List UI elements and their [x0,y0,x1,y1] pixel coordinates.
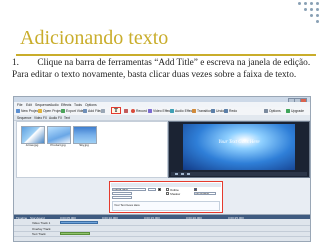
timeline-ruler: Timeline Storyboard 0:00:05.000 0:00:10.… [14,215,310,220]
ruler-time: 0:00:25.000 [228,215,244,220]
upgrade-button[interactable]: Upgrade [286,108,304,114]
export-video-button[interactable]: Export Video [61,108,85,114]
video-effect-icon [148,109,152,113]
record-button[interactable]: Record [131,108,147,114]
caption-text: Clique na barra de ferramentas “Add Titl… [12,58,311,80]
timeline-panel: Timeline Storyboard 0:00:05.000 0:00:10.… [14,214,310,241]
split-icon [124,109,128,113]
slide-title: Adicionando texto [20,27,169,49]
title-text-value: Your Text Goes Here [114,202,140,207]
media-thumbnail[interactable] [73,126,97,144]
media-thumbnail[interactable] [47,126,71,144]
text-track: Text Track [14,231,310,237]
ruler-time: 0:00:15.000 [144,215,160,220]
open-project-button[interactable]: Open Project [38,108,63,114]
text-clip-block[interactable] [60,231,90,236]
options-icon [264,109,268,113]
upgrade-icon [286,109,290,113]
redo-icon [224,109,228,113]
style-buttons[interactable] [112,192,132,195]
shadow-checkbox[interactable] [166,192,169,195]
new-project-button[interactable]: New Project [16,108,39,114]
redo-button[interactable]: Redo [224,108,237,114]
tab-storyboard[interactable]: Storyboard [30,216,45,220]
title-text-area[interactable]: Your Text Goes Here [112,201,220,211]
scroll-select[interactable]: No scrolling [194,192,216,195]
add-blank-button[interactable] [101,108,105,114]
font-size-select[interactable] [148,188,156,191]
tab-sequence[interactable]: Sequence [17,116,31,120]
title-editor-panel: Lucida Sans Outline Shadow No scrolling … [109,181,223,213]
tab-text[interactable]: Text [64,116,70,120]
audio-effect-button[interactable]: Audio Effect [170,108,193,114]
options-button[interactable]: Options [264,108,281,114]
video-preview: Your Text Goes Here [168,121,310,178]
media-label: Arrow.jpg [25,143,39,147]
transition-button[interactable]: Transition [192,108,212,114]
tab-video-fx[interactable]: Video FX [34,116,47,120]
video-effect-button[interactable]: Video Effect [148,108,171,114]
ruler-time: 0:00:05.000 [60,215,76,220]
video-clip-block[interactable] [60,220,98,225]
title-underline [16,54,316,56]
audio-effect-icon [170,109,174,113]
open-project-icon [38,109,42,113]
outline-color-swatch[interactable] [194,188,197,191]
tab-timeline[interactable]: Timeline [16,216,27,220]
font-select[interactable]: Lucida Sans [112,188,146,191]
export-video-icon [61,109,65,113]
new-project-icon [16,109,20,113]
track-label: Overlay Track [32,226,51,231]
outline-checkbox[interactable] [166,188,169,191]
media-label: Product.jpg [50,143,66,147]
text-t-icon: T [114,107,119,114]
undo-icon [211,109,215,113]
shadow-label: Shadow [170,192,181,196]
caption-number: 1. [12,58,19,68]
slide-caption: 1. Clique na barra de ferramentas “Add T… [12,57,312,81]
add-blank-icon [101,109,105,113]
editor-toolbar [111,183,221,187]
undo-button[interactable]: Undo [211,108,224,114]
align-buttons[interactable] [112,196,132,199]
media-label: Sky.jpg [79,143,89,147]
media-list: Arrow.jpg Product.jpg Sky.jpg [16,121,168,178]
media-thumbnail[interactable] [21,126,45,144]
play-icon[interactable] [175,173,178,175]
video-editor-screenshot: File Edit Sequence Audio Effects Tools O… [13,96,311,242]
tab-audio-fx[interactable]: Audio FX [49,116,62,120]
playback-controls [171,172,307,176]
add-files-icon [83,109,87,113]
track-label: Text Track [32,232,46,236]
ruler-time: 0:00:20.000 [186,215,202,220]
add-title-button[interactable]: T [111,107,121,115]
rewind-icon[interactable] [187,173,190,175]
text-color-swatch[interactable] [158,188,161,191]
transition-icon [192,109,196,113]
track-label: Video Track 1 [32,221,51,225]
preview-frame: Your Text Goes Here [183,124,295,170]
stop-icon[interactable] [181,173,184,175]
ruler-time: 0:00:10.000 [102,215,118,220]
split-button[interactable] [124,108,128,114]
record-icon [131,109,135,113]
preview-title-text: Your Text Goes Here [218,140,260,145]
